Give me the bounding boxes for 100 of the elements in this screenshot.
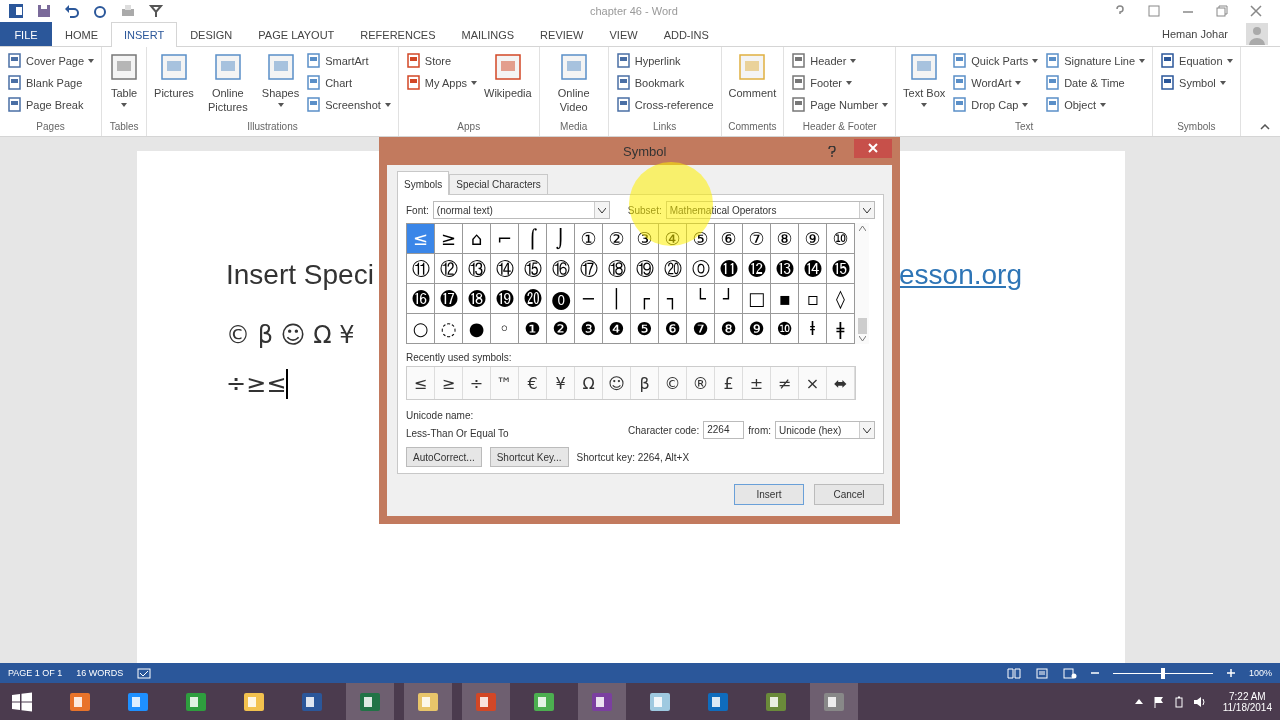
ribbon-tab[interactable]: FILE [0, 22, 52, 46]
symbol-cell[interactable]: ⑮ [519, 254, 547, 284]
symbol-cell[interactable]: ① [575, 224, 603, 254]
scrollbar[interactable] [855, 223, 869, 344]
symbol-cell[interactable]: ⑯ [547, 254, 575, 284]
ribbon-button[interactable]: Page Break [5, 94, 97, 115]
symbol-cell[interactable]: ❺ [631, 314, 659, 344]
ribbon-button[interactable]: Hyperlink [613, 50, 716, 71]
symbol-cell[interactable]: ⓯ [827, 254, 855, 284]
scroll-down-icon[interactable] [858, 336, 866, 341]
symbol-cell[interactable]: ⌂ [463, 224, 491, 254]
zoom-slider[interactable] [1160, 667, 1165, 679]
ribbon-button[interactable]: Pictures [152, 50, 196, 102]
clock-date[interactable]: 11/18/2014 [1222, 701, 1272, 713]
symbol-cell[interactable]: ⑬ [463, 254, 491, 284]
symbol-cell[interactable]: ⓪ [687, 254, 715, 284]
symbol-cell[interactable]: ─ [575, 284, 603, 314]
ribbon-button[interactable]: Bookmark [613, 72, 716, 93]
ribbon-tab[interactable]: DESIGN [177, 22, 246, 46]
dialog-tab[interactable]: Symbols [397, 171, 450, 195]
symbol-cell[interactable]: ⓫ [715, 254, 743, 284]
clock-time[interactable]: 7:22 AM [1229, 690, 1266, 702]
symbol-cell[interactable]: ⑨ [799, 224, 827, 254]
symbol-cell[interactable]: ⓰ [407, 284, 435, 314]
help-icon[interactable] [828, 145, 836, 157]
ribbon-button[interactable]: Wikipedia [482, 50, 534, 102]
symbol-cell[interactable]: ⑦ [743, 224, 771, 254]
dialog-button[interactable]: AutoCorrect... [406, 447, 482, 467]
recent-symbol[interactable]: ± [743, 367, 771, 399]
symbol-cell[interactable]: ⓱ [435, 284, 463, 314]
symbol-cell[interactable]: ⑰ [575, 254, 603, 284]
recent-symbol[interactable]: Ω [575, 367, 603, 399]
symbol-cell[interactable]: ❷ [547, 314, 575, 344]
speaker-icon[interactable] [1192, 695, 1207, 708]
symbol-cell[interactable]: ❽ [715, 314, 743, 344]
symbol-cell[interactable]: ≤ [407, 224, 435, 254]
symbol-cell[interactable]: ⑲ [631, 254, 659, 284]
dialog-button[interactable]: Insert [734, 484, 804, 505]
ribbon-button[interactable]: Chart [304, 72, 393, 93]
symbol-cell[interactable]: ⑤ [687, 224, 715, 254]
taskbar-button[interactable] [404, 683, 452, 720]
ribbon-button[interactable]: Cover Page [5, 50, 97, 71]
symbol-cell[interactable]: ▪ [771, 284, 799, 314]
scroll-up-icon[interactable] [858, 226, 866, 231]
symbol-cell[interactable]: ◦ [491, 314, 519, 344]
ribbon-button[interactable]: Comment [726, 50, 779, 102]
from-dropdown[interactable]: Unicode (hex) [775, 421, 875, 439]
zoom-out-icon[interactable] [1090, 669, 1099, 677]
taskbar-button[interactable] [810, 683, 858, 720]
ribbon-button[interactable]: Date & Time [1043, 72, 1148, 93]
read-mode-icon[interactable] [1006, 667, 1021, 679]
ribbon-button[interactable]: Text Box [901, 50, 948, 109]
print-layout-icon[interactable] [1034, 667, 1049, 679]
symbol-cell[interactable]: ⓭ [771, 254, 799, 284]
symbol-cell[interactable]: ③ [631, 224, 659, 254]
ribbon-button[interactable]: Symbol [1158, 72, 1235, 93]
recent-symbol[interactable]: £ [715, 367, 743, 399]
collapse-icon[interactable] [1260, 124, 1270, 130]
symbol-cell[interactable]: ▫ [799, 284, 827, 314]
recent-symbol[interactable]: × [799, 367, 827, 399]
symbol-cell[interactable]: ≥ [435, 224, 463, 254]
symbol-cell[interactable]: ❼ [687, 314, 715, 344]
symbol-cell[interactable]: ┘ [715, 284, 743, 314]
symbol-cell[interactable]: ❻ [659, 314, 687, 344]
zoom-level[interactable]: 100% [1248, 668, 1272, 678]
symbol-cell[interactable]: ❿ [771, 314, 799, 344]
symbol-cell[interactable]: ◌ [435, 314, 463, 344]
ribbon-tab[interactable]: MAILINGS [448, 22, 528, 46]
recent-symbol[interactable]: ¥ [547, 367, 575, 399]
symbol-cell[interactable]: │ [603, 284, 631, 314]
zoom-in-icon[interactable] [1226, 669, 1235, 677]
symbol-cell[interactable]: ┌ [631, 284, 659, 314]
dialog-button[interactable]: Cancel [814, 484, 884, 505]
ribbon-button[interactable]: Store [403, 50, 479, 71]
symbol-cell[interactable]: □ [743, 284, 771, 314]
symbol-cell[interactable]: ② [603, 224, 631, 254]
symbol-cell[interactable]: ⌠ [519, 224, 547, 254]
ribbon-tab[interactable]: HOME [52, 22, 111, 46]
ribbon-button[interactable]: Object [1043, 94, 1148, 115]
ribbon-button[interactable]: Blank Page [5, 72, 97, 93]
scrollbar-thumb[interactable] [857, 318, 867, 334]
recent-symbol[interactable]: β [631, 367, 659, 399]
symbol-cell[interactable]: ❹ [603, 314, 631, 344]
symbol-cell[interactable]: ⑧ [771, 224, 799, 254]
web-layout-icon[interactable] [1062, 667, 1077, 679]
ribbon-tab[interactable]: REVIEW [527, 22, 597, 46]
ribbon-tab[interactable]: VIEW [596, 22, 651, 46]
windows-icon[interactable] [12, 691, 32, 712]
ribbon-button[interactable]: Footer [789, 72, 891, 93]
ribbon-button[interactable]: Drop Cap [950, 94, 1041, 115]
ribbon-button[interactable]: Cross-reference [613, 94, 716, 115]
recent-symbol[interactable]: ⬌ [827, 367, 855, 399]
close-icon[interactable] [1250, 5, 1262, 17]
link[interactable]: esson.org [899, 259, 1022, 291]
recent-symbol[interactable]: € [519, 367, 547, 399]
symbol-cell[interactable]: ⓮ [799, 254, 827, 284]
symbol-cell[interactable]: ⑪ [407, 254, 435, 284]
symbol-cell[interactable]: ◊ [827, 284, 855, 314]
undo-icon[interactable] [64, 3, 80, 19]
word-count[interactable]: 16 WORDS [76, 668, 124, 678]
